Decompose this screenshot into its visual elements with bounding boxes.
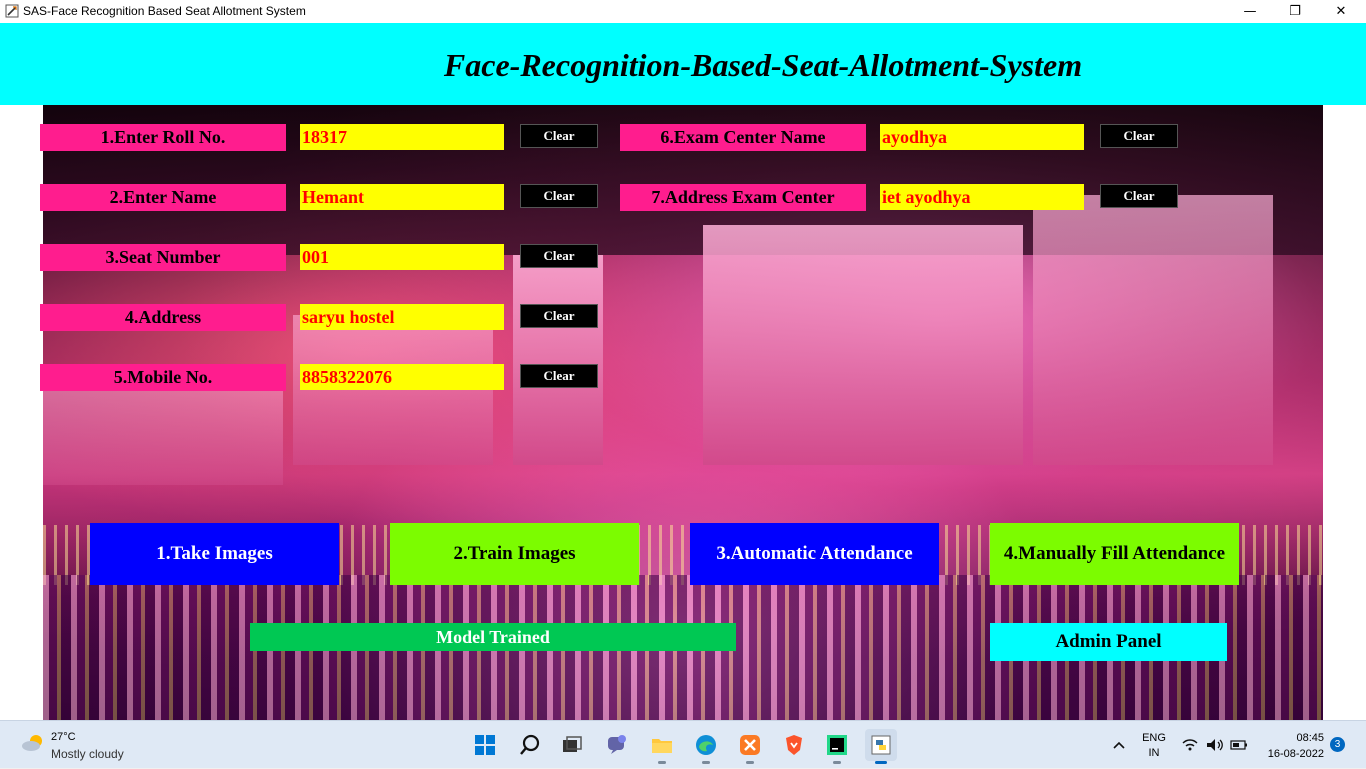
chevron-up-icon[interactable] (1112, 721, 1126, 769)
exam-center-address-field[interactable]: iet ayodhya (880, 184, 1084, 210)
clear-address-button[interactable]: Clear (520, 304, 598, 328)
address-label: 4.Address (40, 304, 286, 331)
manual-attendance-button[interactable]: 4.Manually Fill Attendance (990, 523, 1239, 585)
taskbar: 27°C Mostly cloudy ENG IN 08:45 16-08-20… (0, 720, 1366, 768)
pycharm-icon[interactable] (821, 729, 853, 764)
mobile-no-field[interactable]: 8858322076 (300, 364, 504, 390)
battery-icon[interactable] (1230, 721, 1248, 769)
volume-icon[interactable] (1206, 721, 1224, 769)
app-feather-icon (5, 4, 19, 18)
name-field[interactable]: Hemant (300, 184, 504, 210)
roll-no-label: 1.Enter Roll No. (40, 124, 286, 151)
xampp-icon[interactable] (734, 729, 766, 764)
weather-temperature[interactable]: 27°C (51, 731, 76, 743)
window-titlebar: SAS-Face Recognition Based Seat Allotmen… (0, 0, 1366, 23)
take-images-button[interactable]: 1.Take Images (90, 523, 339, 585)
clock-time: 08:45 (1296, 732, 1324, 744)
clear-exam-center-name-button[interactable]: Clear (1100, 124, 1178, 148)
language-region: IN (1148, 747, 1160, 759)
search-icon[interactable] (514, 729, 546, 761)
name-label: 2.Enter Name (40, 184, 286, 211)
clear-name-button[interactable]: Clear (520, 184, 598, 208)
clear-seat-number-button[interactable]: Clear (520, 244, 598, 268)
seat-number-field[interactable]: 001 (300, 244, 504, 270)
clock-date: 16-08-2022 (1267, 748, 1324, 760)
minimize-button[interactable]: — (1227, 0, 1273, 23)
clear-exam-center-address-button[interactable]: Clear (1100, 184, 1178, 208)
language-indicator[interactable]: ENG IN (1141, 731, 1167, 761)
wifi-icon[interactable] (1182, 721, 1198, 769)
close-button[interactable]: ✕ (1318, 0, 1364, 23)
mobile-no-label: 5.Mobile No. (40, 364, 286, 391)
window-title: SAS-Face Recognition Based Seat Allotmen… (23, 4, 306, 18)
python-icon[interactable] (865, 729, 897, 764)
right-margin (1323, 105, 1366, 720)
train-images-button[interactable]: 2.Train Images (390, 523, 639, 585)
weather-cloud-icon[interactable] (20, 733, 46, 753)
status-message: Model Trained (250, 623, 736, 651)
teams-chat-icon[interactable] (601, 729, 633, 761)
notification-badge[interactable]: 3 (1330, 737, 1345, 752)
start-icon[interactable] (469, 729, 501, 761)
brave-icon[interactable] (778, 729, 810, 761)
weather-condition[interactable]: Mostly cloudy (51, 747, 124, 761)
seat-number-label: 3.Seat Number (40, 244, 286, 271)
exam-center-name-label: 6.Exam Center Name (620, 124, 866, 151)
task-view-icon[interactable] (556, 729, 588, 761)
exam-center-name-field[interactable]: ayodhya (880, 124, 1084, 150)
clear-mobile-no-button[interactable]: Clear (520, 364, 598, 388)
edge-icon[interactable] (690, 729, 722, 764)
app-header: Face-Recognition-Based-Seat-Allotment-Sy… (0, 23, 1366, 105)
page-title: Face-Recognition-Based-Seat-Allotment-Sy… (443, 47, 1083, 83)
restore-button[interactable]: ❐ (1272, 0, 1318, 23)
roll-no-field[interactable]: 18317 (300, 124, 504, 150)
language-code: ENG (1142, 732, 1166, 744)
exam-center-address-label: 7.Address Exam Center (620, 184, 866, 211)
address-field[interactable]: saryu hostel (300, 304, 504, 330)
left-margin (0, 105, 43, 720)
file-explorer-icon[interactable] (646, 729, 678, 764)
admin-panel-button[interactable]: Admin Panel (990, 623, 1227, 661)
system-clock[interactable]: 08:45 16-08-2022 (1262, 730, 1324, 762)
automatic-attendance-button[interactable]: 3.Automatic Attendance (690, 523, 939, 585)
clear-roll-no-button[interactable]: Clear (520, 124, 598, 148)
